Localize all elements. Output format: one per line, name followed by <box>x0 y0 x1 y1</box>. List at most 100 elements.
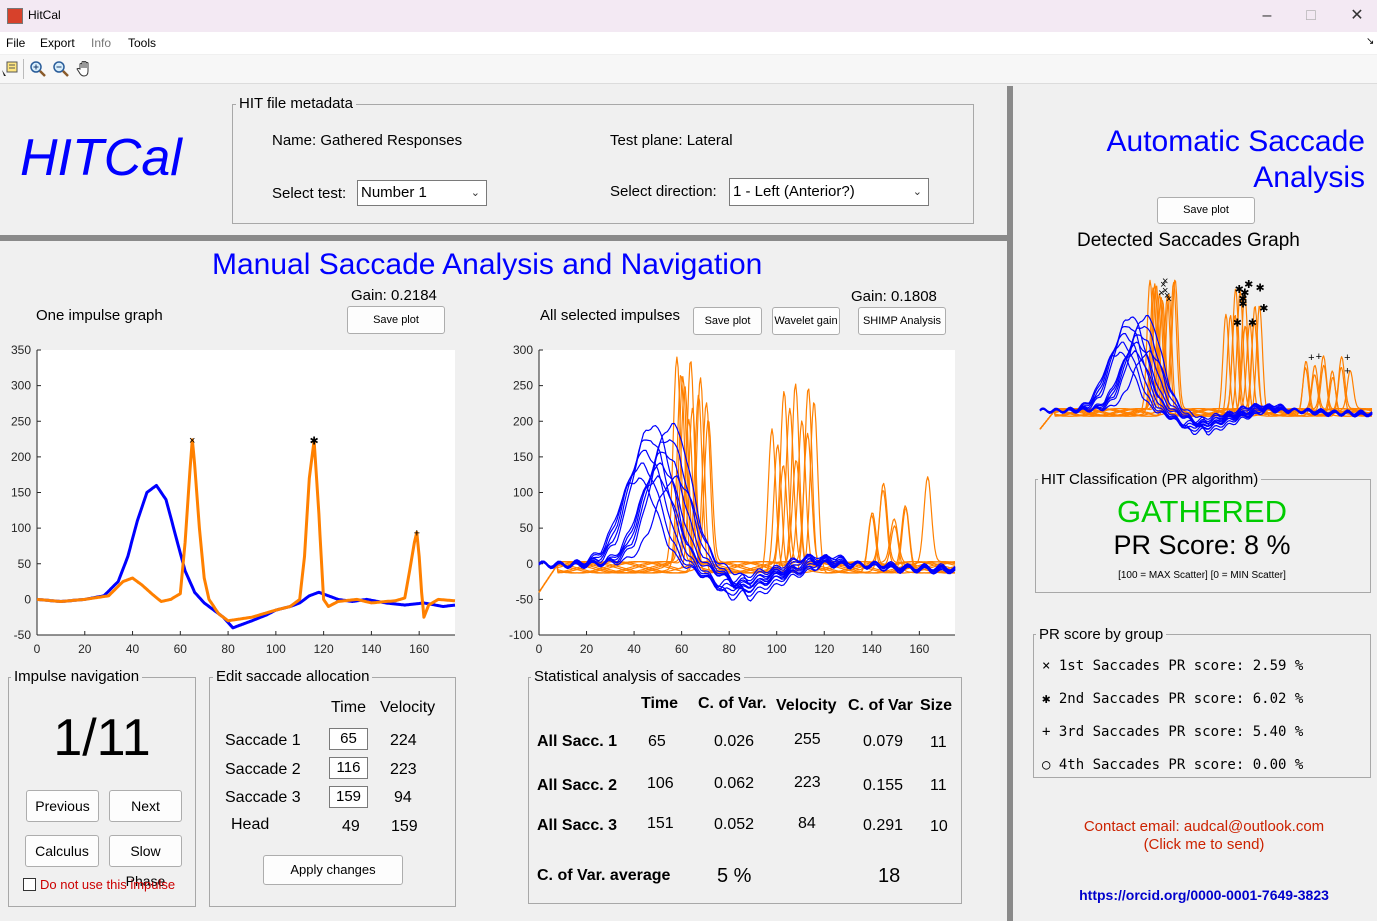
manual-analysis-title: Manual Saccade Analysis and Navigation <box>212 248 763 281</box>
pr-group-marker: × <box>1042 658 1059 674</box>
stats-legend: Statistical analysis of saccades <box>531 668 744 685</box>
saccade-3-label: Saccade 3 <box>225 789 301 806</box>
x-tick-label: 60 <box>675 642 689 656</box>
hitcal-logo: HITCal <box>20 129 182 187</box>
y-tick-label: 200 <box>513 414 533 428</box>
menu-expand-icon[interactable]: ↘ <box>1366 36 1374 47</box>
saccade-3-time-input[interactable]: 159 <box>329 786 368 808</box>
menu-export[interactable]: Export <box>40 36 75 50</box>
pr-group-list: × 1st Saccades PR score: 2.59 % ✱ 2nd Sac… <box>1042 650 1303 782</box>
pr-group-text: 4th Saccades PR score: 0.00 % <box>1058 757 1304 773</box>
title-bar <box>0 0 1377 32</box>
file-name: Name: Gathered Responses <box>272 132 463 149</box>
stats-header-size: Size <box>920 697 953 714</box>
pr-group-row: + 3rd Saccades PR score: 5.40 % <box>1042 716 1303 749</box>
x-tick-label: 80 <box>221 642 235 656</box>
saccade-2-label: Saccade 2 <box>225 761 301 778</box>
select-test-dropdown[interactable]: Number 1 ⌄ <box>357 180 487 206</box>
save-plot-all-button[interactable]: Save plot <box>693 307 762 335</box>
minimize-button[interactable]: – <box>1247 4 1287 28</box>
stats-header-cv2: C. of Var <box>848 697 913 714</box>
x-tick-label: 0 <box>536 642 543 656</box>
stats-row-1-size: 11 <box>930 734 947 751</box>
y-tick-label: 50 <box>520 521 534 535</box>
y-tick-label: 250 <box>513 379 533 393</box>
detected-saccade-marker: + <box>1308 352 1314 364</box>
classification-legend: HIT Classification (PR algorithm) <box>1038 471 1262 488</box>
saccade-2-time-input[interactable]: 116 <box>329 757 368 779</box>
horizontal-divider <box>0 235 1007 241</box>
one-impulse-chart[interactable]: 0 20 40 60 80 100 120 140 160-500501001502002503… <box>0 340 470 660</box>
next-button[interactable]: Next <box>109 790 182 822</box>
head-label: Head <box>231 816 270 833</box>
save-plot-one-button[interactable]: Save plot <box>347 306 445 334</box>
detected-saccade-marker: × <box>1158 287 1164 299</box>
menu-info[interactable]: Info <box>91 36 111 50</box>
y-tick-label: -50 <box>14 628 32 642</box>
save-plot-auto-button[interactable]: Save plot <box>1157 197 1255 224</box>
calculus-button[interactable]: Calculus <box>25 835 99 867</box>
shimp-analysis-button[interactable]: SHIMP Analysis <box>858 307 946 335</box>
zoom-in-icon[interactable] <box>29 60 47 78</box>
ignore-impulse-checkbox[interactable] <box>23 878 36 891</box>
detected-saccade-marker: ✱ <box>1248 318 1257 330</box>
y-tick-label: 200 <box>11 450 31 464</box>
edit-legend: Edit saccade allocation <box>213 668 373 685</box>
cv-average-label: C. of Var. average <box>537 867 671 884</box>
ignore-impulse-label[interactable]: Do not use this impulse <box>40 877 175 892</box>
select-direction-dropdown[interactable]: 1 - Left (Anterior?) ⌄ <box>729 178 929 206</box>
chevron-down-icon: ⌄ <box>912 186 922 198</box>
vertical-divider <box>1007 86 1013 921</box>
select-direction-label: Select direction: <box>610 183 717 200</box>
close-button[interactable]: ✕ <box>1337 4 1377 28</box>
contact-click[interactable]: (Click me to send) <box>1033 836 1375 854</box>
y-tick-label: 100 <box>11 521 31 535</box>
saccade-1-time-input[interactable]: 65 <box>329 728 368 750</box>
pr-group-row: ○ 4th Saccades PR score: 0.00 % <box>1042 749 1303 782</box>
impulse-counter: 1/11 <box>53 709 151 767</box>
slow-phase-button[interactable]: Slow Phase <box>109 835 182 889</box>
y-tick-label: -50 <box>516 592 534 606</box>
detected-saccade-marker: ✱ <box>1244 279 1253 291</box>
orcid-link[interactable]: https://orcid.org/0000-0001-7649-3823 <box>1033 887 1375 903</box>
contact-link[interactable]: Contact email: audcal@outlook.com (Click… <box>1033 818 1375 854</box>
stats-row-3-cv2: 0.291 <box>863 817 904 834</box>
plot-area <box>37 350 455 635</box>
detected-saccades-title: Detected Saccades Graph <box>1077 230 1300 251</box>
classification-result: GATHERED <box>1117 494 1287 529</box>
stats-row-2-size: 11 <box>930 777 947 794</box>
pan-hand-icon[interactable] <box>76 60 94 78</box>
saccade-marker: ✱ <box>309 435 318 447</box>
cv-average-velocity: 18 <box>878 865 901 887</box>
x-tick-label: 100 <box>767 642 787 656</box>
x-tick-label: 0 <box>34 642 41 656</box>
all-impulses-chart[interactable]: 0 20 40 60 80 100 120 140 160 -100 -50 0 50 100 150 200… <box>495 340 965 660</box>
saccade-2-velocity: 223 <box>390 761 417 778</box>
menu-tools[interactable]: Tools <box>128 36 156 50</box>
y-tick-label: 0 <box>24 592 31 606</box>
maximize-button[interactable]: □ <box>1291 4 1331 28</box>
pr-group-legend: PR score by group <box>1036 626 1167 643</box>
zoom-out-icon[interactable] <box>52 60 70 78</box>
automatic-analysis-title: Automatic Saccade Analysis <box>1020 124 1365 196</box>
contact-email[interactable]: Contact email: audcal@outlook.com <box>1033 818 1375 836</box>
apply-changes-button[interactable]: Apply changes <box>263 855 403 885</box>
x-tick-label: 20 <box>580 642 594 656</box>
select-test-label: Select test: <box>272 185 347 202</box>
y-tick-label: 0 <box>526 557 533 571</box>
wavelet-gain-button[interactable]: Wavelet gain <box>772 307 840 335</box>
detected-saccades-chart[interactable]: ××××××✱✱✱✱✱✱✱✱✱+ + ++ <box>1030 260 1375 460</box>
y-tick-label: 350 <box>11 343 31 357</box>
pr-group-text: 3rd Saccades PR score: 5.40 % <box>1058 724 1304 740</box>
x-tick-label: 80 <box>722 642 736 656</box>
menu-bar <box>0 32 1377 54</box>
x-tick-label: 160 <box>909 642 929 656</box>
menu-file[interactable]: File <box>6 36 25 50</box>
stats-row-3-cv1: 0.052 <box>714 816 755 833</box>
previous-button[interactable]: Previous <box>26 790 99 822</box>
test-plane: Test plane: Lateral <box>610 132 733 149</box>
data-cursor-icon[interactable] <box>1 60 19 78</box>
y-tick-label: -100 <box>509 628 533 642</box>
pr-group-marker: + <box>1042 724 1059 740</box>
chevron-down-icon: ⌄ <box>470 187 480 199</box>
